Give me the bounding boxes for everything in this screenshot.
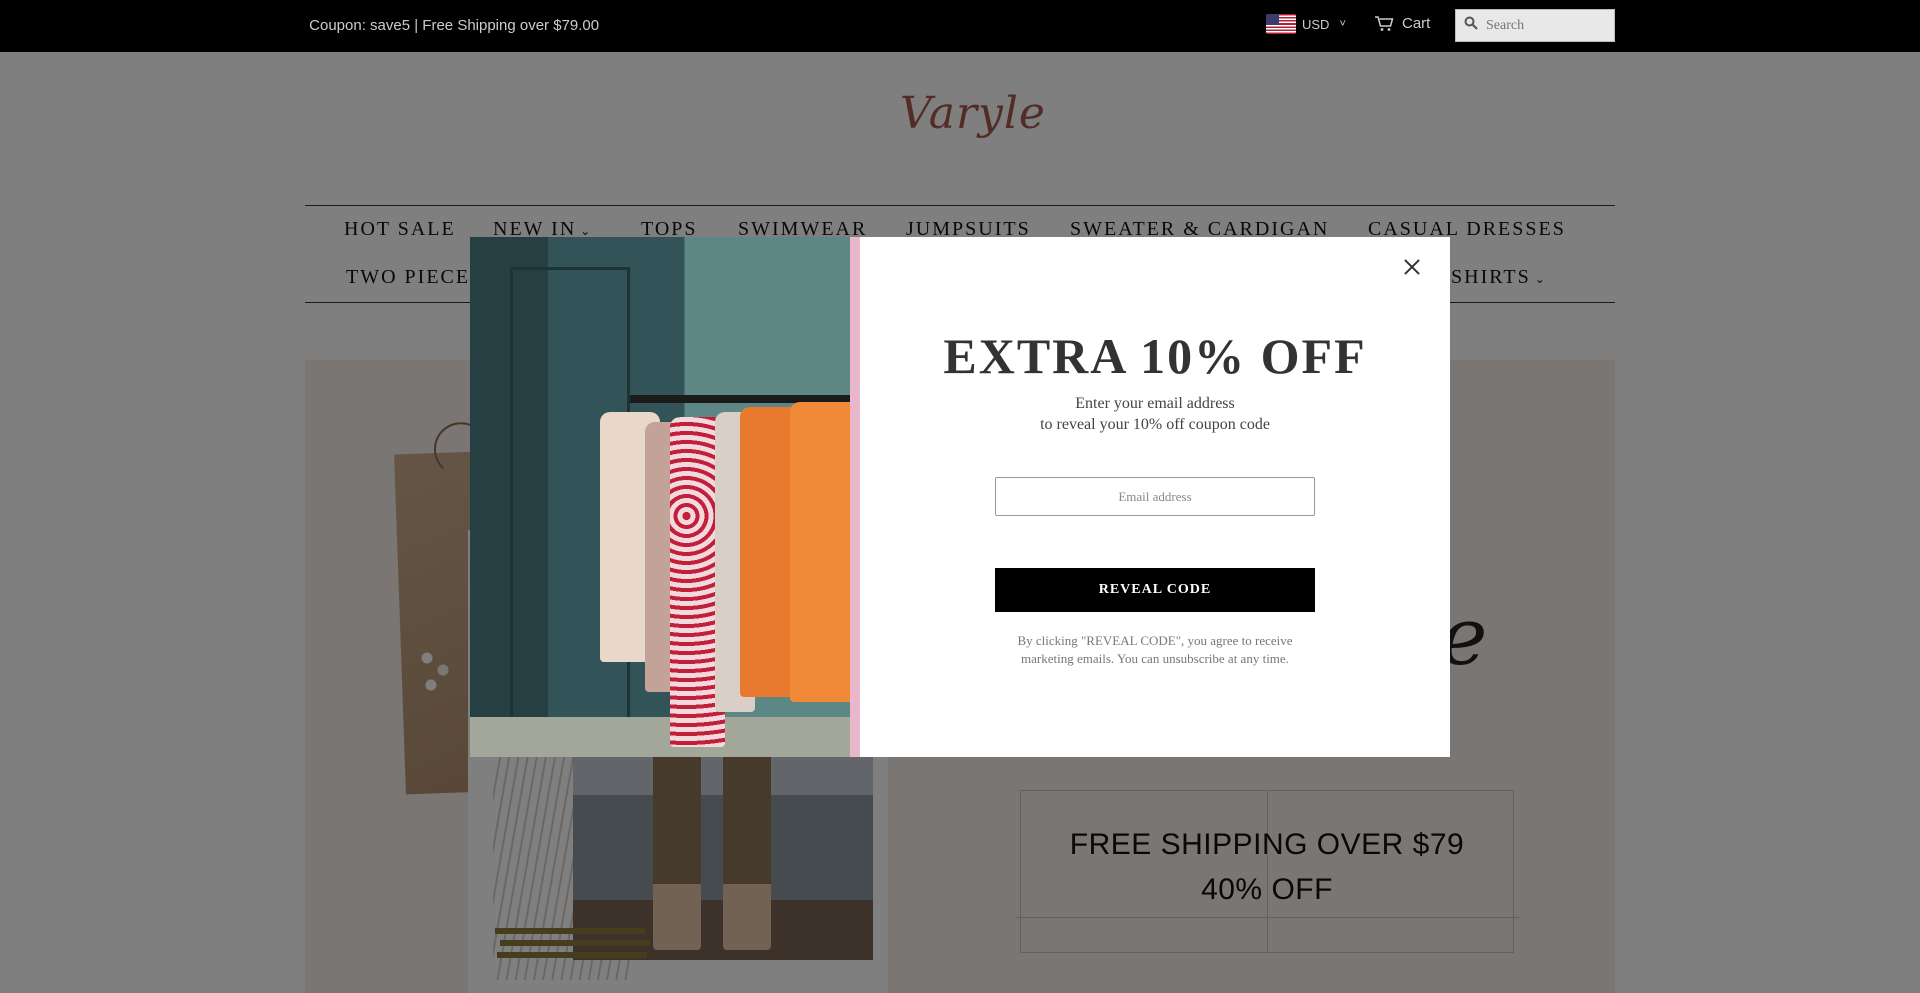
popup-content: EXTRA 10% OFF Enter your email address t… [860,237,1450,757]
image-floor [470,717,860,757]
coupon-promo-text: Coupon: save5 | Free Shipping over $79.0… [305,17,608,34]
consent-text: By clicking "REVEAL CODE", you agree to … [1017,633,1293,666]
search-icon[interactable] [1464,16,1478,35]
reveal-code-button[interactable]: REVEAL CODE [995,568,1315,612]
us-flag-icon [1266,14,1296,34]
clothing-rack-image [470,237,860,757]
announcement-bar: Coupon: save5 | Free Shipping over $79.0… [0,0,1920,52]
cart-link[interactable]: Cart [1374,15,1430,32]
newsletter-popup: EXTRA 10% OFF Enter your email address t… [470,237,1450,757]
currency-label: USD [1302,16,1330,32]
search-box[interactable] [1455,9,1615,42]
chevron-down-icon: ˅ [1339,18,1346,30]
email-field[interactable] [995,477,1315,516]
close-icon[interactable] [1398,253,1426,281]
popup-title: EXTRA 10% OFF [943,328,1367,384]
currency-selector[interactable]: USD ˅ [1266,14,1346,34]
popup-subtitle-line1: Enter your email address [1075,395,1235,412]
popup-subtitle-line2: to reveal your 10% off coupon code [1040,416,1270,433]
search-input[interactable] [1486,17,1606,34]
cart-icon [1374,15,1394,32]
image-edge [850,237,860,757]
cart-label: Cart [1402,15,1431,32]
